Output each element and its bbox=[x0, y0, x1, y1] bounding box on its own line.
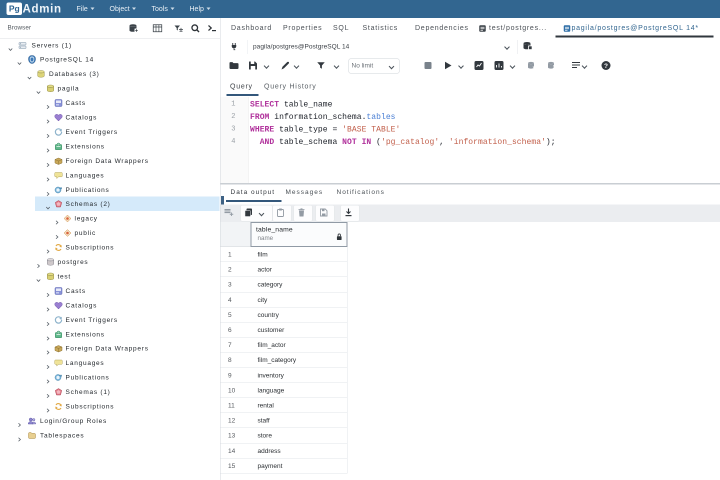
svg-text:?: ? bbox=[604, 63, 608, 70]
